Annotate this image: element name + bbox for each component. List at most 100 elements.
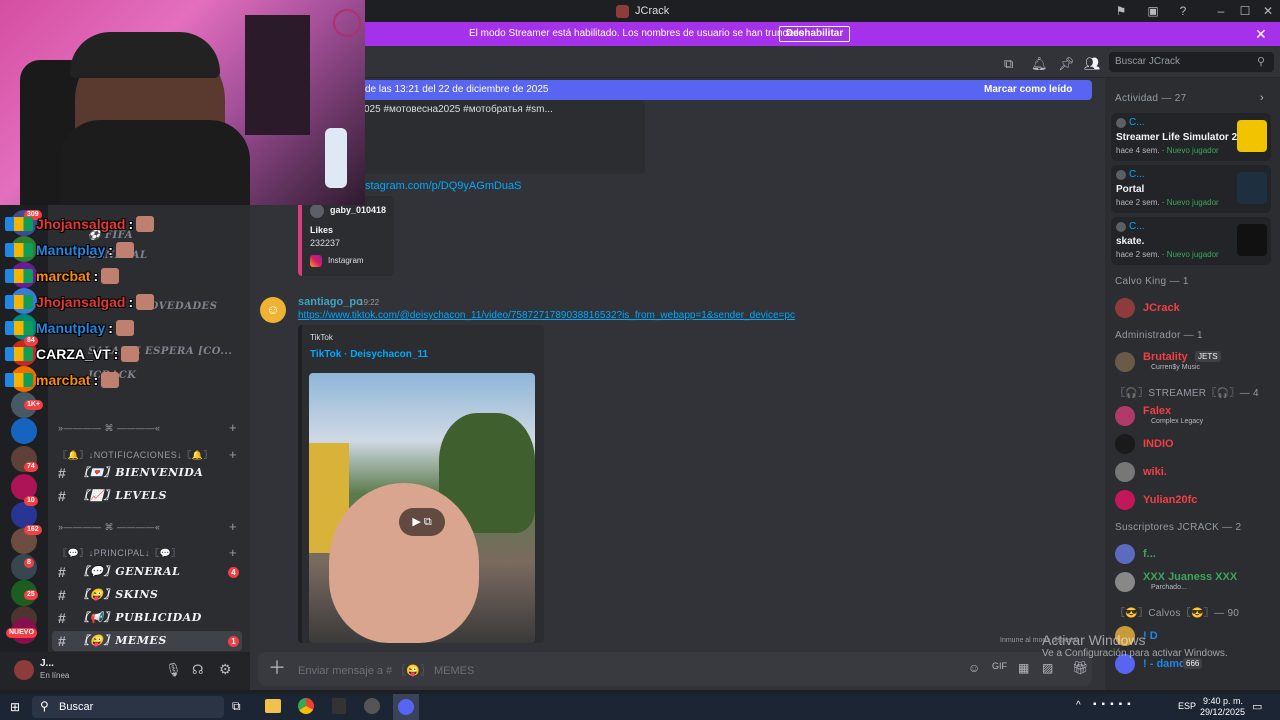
avatar[interactable] <box>14 660 34 680</box>
server-badge: 10 <box>24 496 38 506</box>
chevron-right-icon[interactable]: › <box>1260 92 1264 104</box>
overlay-chat-colon: : <box>93 268 99 284</box>
add-channel-icon[interactable]: + <box>229 420 237 435</box>
epic-games-icon[interactable] <box>332 698 346 714</box>
member-row[interactable]: Brutality JETS Curren$y Music <box>1113 350 1273 374</box>
threads-icon[interactable]: ⧉ <box>1004 56 1013 72</box>
member-row[interactable]: INDIO <box>1113 432 1273 456</box>
clock-date[interactable]: 29/12/2025 <box>1200 707 1245 717</box>
embed-title[interactable]: TikTok · Deisychacon_11 <box>310 349 428 360</box>
help-icon[interactable]: ? <box>1170 0 1196 22</box>
play-icon[interactable]: ▶ ⧉ <box>399 508 445 536</box>
ig-likes-label: Likes <box>310 225 334 235</box>
notifications-icon[interactable]: ▭ <box>1252 700 1262 713</box>
server-icon[interactable] <box>11 554 37 580</box>
settings-gear-icon[interactable]: ⚙ <box>219 661 232 678</box>
language-indicator[interactable]: ESP <box>1178 701 1196 711</box>
activity-tag: Nuevo jugador <box>1166 146 1219 155</box>
member-row[interactable]: JCrack <box>1113 296 1273 320</box>
member-row[interactable]: XXX Juaness XXX Parchado... <box>1113 570 1273 594</box>
immune-note: Inmune al modo disperso <box>1000 637 1079 644</box>
member-row[interactable]: wiki. <box>1113 460 1273 484</box>
headphones-icon[interactable]: ☊ <box>192 662 204 678</box>
minimize-button[interactable]: – <box>1208 0 1234 22</box>
avatar <box>310 204 324 218</box>
image-icon[interactable]: ▨ <box>1042 661 1053 675</box>
members-icon[interactable]: 👥︎ <box>1084 56 1101 72</box>
mark-read-button[interactable]: Marcar como leído <box>984 84 1072 95</box>
channel-item[interactable]: # 〖💬〗GENERAL <box>58 562 243 582</box>
microphone-icon[interactable]: 🎙︎ <box>165 662 182 678</box>
channel-item[interactable]: # 〖😜〗SKINS <box>58 585 243 605</box>
emote-icon <box>136 294 155 310</box>
tray-icons[interactable]: ▪▪▪▪▪ <box>1093 699 1136 710</box>
close-icon[interactable]: ✕ <box>1255 22 1267 46</box>
member-group-header: Calvo King — 1 <box>1115 276 1189 287</box>
file-explorer-icon[interactable] <box>265 699 281 713</box>
add-channel-icon[interactable]: + <box>229 447 237 462</box>
video-thumbnail[interactable]: ▶ ⧉ <box>309 373 535 643</box>
instagram-icon <box>310 255 322 267</box>
tiktok-link[interactable]: https://www.tiktok.com/@deisychacon_11/v… <box>298 310 795 321</box>
gift-icon[interactable]: 🎁︎ <box>1072 660 1089 676</box>
message-composer[interactable]: ＋ Enviar mensaje a # 〖😜〗 MEMES ☺ GIF ▦ ▨… <box>258 652 1092 686</box>
gif-icon[interactable]: GIF <box>992 661 1007 671</box>
channel-item[interactable]: # 〖😜〗MEMES <box>52 631 242 651</box>
user-name: J... <box>40 658 54 669</box>
pin-icon[interactable]: 📌︎ <box>1058 56 1075 72</box>
category-header[interactable]: 〖💬〗↓PRINCIPAL↓〖💬〗 <box>58 545 181 561</box>
overlay-chat-colon: : <box>93 372 99 388</box>
activity-header[interactable]: Actividad — 27 <box>1115 93 1186 104</box>
channel-item[interactable]: # 〖📈〗LEVELS <box>58 486 243 506</box>
bell-icon[interactable]: 🔔︎ <box>1031 56 1048 72</box>
new-messages-bar[interactable]: de las 13:21 del 22 de diciembre de 2025… <box>365 80 1092 100</box>
channel-item[interactable]: # 〖📢〗PUBLICIDAD <box>58 608 243 628</box>
server-badge: 25 <box>24 590 38 600</box>
avatar[interactable]: ☺ <box>260 297 286 323</box>
windows-start-icon[interactable]: ⊞ <box>10 700 20 714</box>
activity-card[interactable]: C... skate. hace 2 sem. · Nuevo jugador <box>1111 217 1271 265</box>
tray-chevron-icon[interactable]: ^ <box>1076 700 1081 711</box>
previous-link[interactable]: stagram.com/p/DQ9yAGmDuaS <box>365 180 522 192</box>
overlay-chat-user: Manutplay <box>36 242 106 258</box>
taskbar-search[interactable]: ⚲ Buscar <box>32 696 224 718</box>
sticker-icon[interactable]: ▦ <box>1018 661 1029 675</box>
message-input[interactable]: Enviar mensaje a # 〖😜〗 MEMES <box>298 662 474 678</box>
chat-badges-icon <box>5 295 33 309</box>
avatar <box>1116 170 1126 180</box>
app-icon[interactable] <box>364 698 380 714</box>
member-row[interactable]: Falex Complex Legacy <box>1113 404 1273 428</box>
category-header[interactable]: »———— ⌘ ————« <box>58 420 161 436</box>
activity-card[interactable]: C... Portal hace 2 sem. · Nuevo jugador <box>1111 165 1271 213</box>
channel-item[interactable]: # 〖💌〗BIENVENIDA <box>58 463 243 483</box>
task-view-icon[interactable]: ⧉ <box>232 699 241 714</box>
chrome-icon[interactable] <box>298 698 314 714</box>
disable-streamer-button[interactable]: Deshabilitar <box>779 26 851 42</box>
close-window-button[interactable]: ✕ <box>1255 0 1280 22</box>
category-header[interactable]: 〖🔔〗↓NOTIFICACIONES↓〖🔔〗 <box>58 447 213 463</box>
shirt-shape <box>60 120 250 205</box>
add-channel-icon[interactable]: + <box>229 545 237 560</box>
emote-icon <box>101 268 120 284</box>
message-author[interactable]: santiago_po <box>298 296 363 308</box>
activity-card[interactable]: C... Streamer Life Simulator 2 hace 4 sem.… <box>1111 113 1271 161</box>
add-attachment-icon[interactable]: ＋ <box>268 658 286 678</box>
ig-likes-value: 232237 <box>310 238 341 248</box>
add-channel-icon[interactable]: + <box>229 519 237 534</box>
inbox-icon[interactable]: ▣ <box>1140 0 1166 22</box>
clock-time[interactable]: 9:40 p. m. <box>1203 696 1243 706</box>
overlay-chat-line: Manutplay: <box>5 319 134 337</box>
discord-taskbar-button[interactable] <box>393 694 419 720</box>
overlay-chat-line: CARZA_VT: <box>5 345 140 363</box>
announcement-icon: # <box>58 610 67 626</box>
category-header[interactable]: »———— ⌘ ————« <box>58 519 161 535</box>
overlay-chat-colon: : <box>108 320 113 336</box>
search-input[interactable]: Buscar JCrack <box>1109 52 1274 72</box>
neon-sign-shape <box>333 9 361 37</box>
flag-icon[interactable]: ⚑ <box>1108 0 1134 22</box>
member-row[interactable]: f... <box>1113 542 1273 566</box>
server-badge: 162 <box>24 525 42 535</box>
member-row[interactable]: Yulian20fc <box>1113 488 1273 512</box>
server-icon[interactable] <box>11 418 37 444</box>
emoji-button-icon[interactable]: ☺ <box>968 661 980 675</box>
